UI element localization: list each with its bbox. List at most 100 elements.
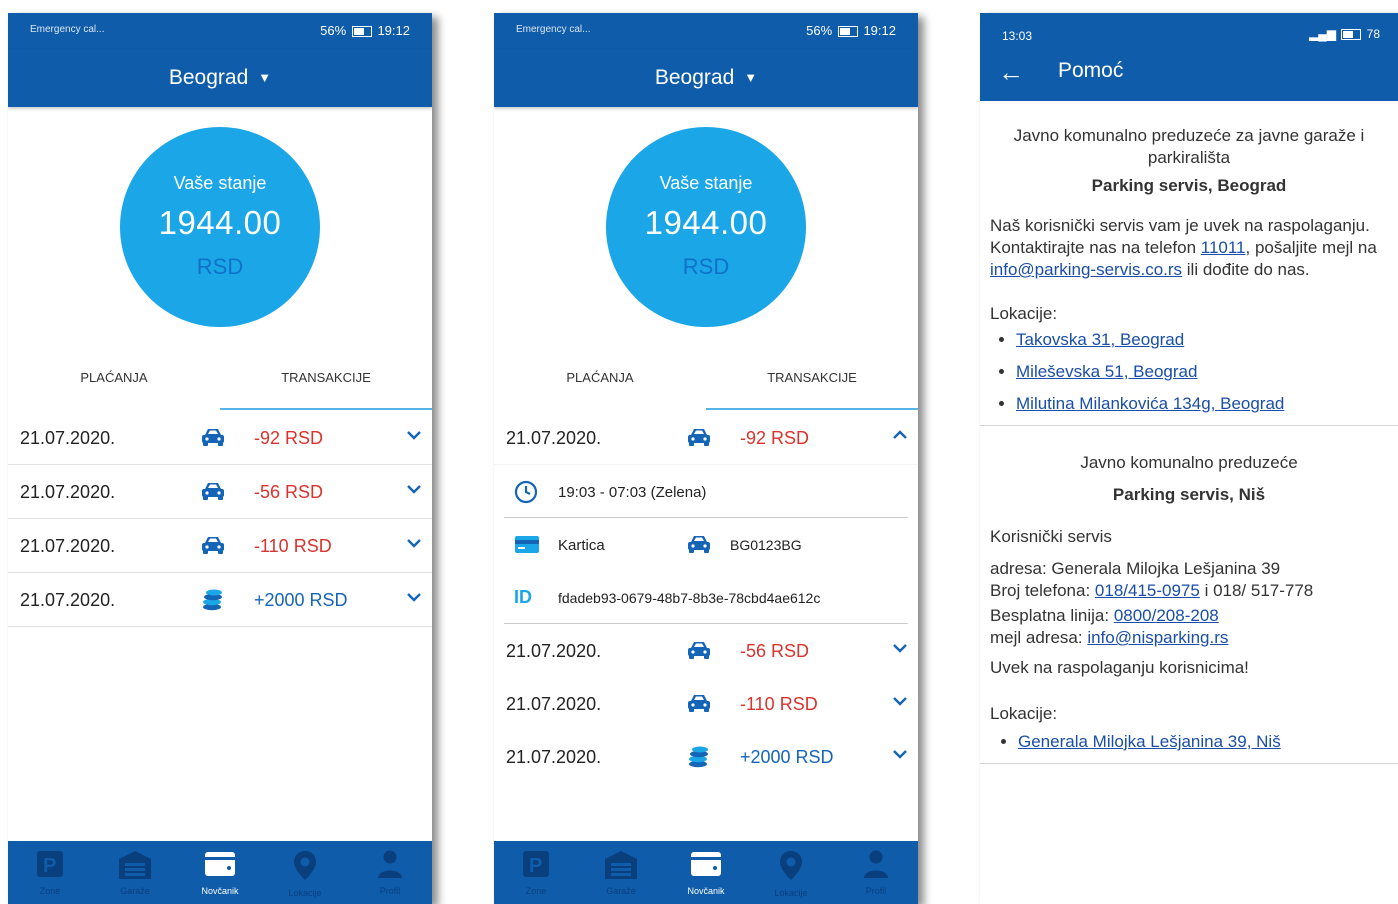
tab-transactions[interactable]: TRANSAKCIJE [706, 368, 918, 410]
status-bar: Emergency cal... 56% 19:12 [8, 13, 432, 49]
transaction-date: 21.07.2020. [506, 747, 602, 767]
transaction-row[interactable]: 21.07.2020. +2000 RSD [494, 730, 918, 783]
chevron-down-icon[interactable] [892, 693, 908, 711]
nis-locations-label: Lokacije: [990, 704, 1058, 723]
chevron-down-icon[interactable] [892, 746, 908, 764]
coins-icon [200, 588, 226, 617]
location-pin-icon [294, 851, 316, 880]
detail-id: ID fdadeb93-0679-48b7-8b3e-78cbd4ae612c [494, 571, 918, 624]
nis-free-link[interactable]: 0800/208-208 [1114, 606, 1219, 625]
back-arrow-icon[interactable]: ← [998, 57, 1024, 88]
bg-locations-list: Takovska 31, Beograd Mileševska 51, Beog… [990, 329, 1388, 415]
balance-circle: Vaše stanje 1944.00 RSD [606, 127, 806, 327]
caret-down-icon: ▼ [744, 70, 758, 85]
bg-name: Parking servis, Beograd [1091, 176, 1287, 195]
nav-locations[interactable]: Lokacije [275, 849, 335, 898]
status-time: 13:03 [1002, 29, 1033, 43]
nav-zone[interactable]: P Zone [506, 849, 566, 896]
tab-transactions[interactable]: TRANSAKCIJE [220, 368, 432, 410]
transaction-row[interactable]: 21.07.2020. -110 RSD [8, 519, 432, 573]
bg-email-link[interactable]: info@parking-servis.co.rs [990, 260, 1182, 279]
transaction-date: 21.07.2020. [506, 428, 602, 448]
balance-label: Vaše stanje [659, 173, 753, 193]
garage-icon [605, 851, 637, 879]
status-bar: Emergency cal... 56% 19:12 [494, 13, 918, 49]
chevron-down-icon[interactable] [406, 535, 422, 553]
svg-text:P: P [529, 855, 542, 877]
nav-wallet[interactable]: Novčanik [676, 849, 736, 896]
bg-phone-link[interactable]: 11011 [1201, 238, 1246, 257]
nis-always: Uvek na raspolaganju korisnicima! [990, 658, 1249, 677]
transaction-amount: +2000 RSD [740, 747, 834, 767]
tab-payments[interactable]: PLAĆANJA [494, 368, 706, 408]
transaction-list: 21.07.2020. -92 RSD 21.07.2020. -56 RSD … [8, 411, 432, 627]
status-right: 56% 19:12 [806, 23, 896, 38]
nis-phone-link[interactable]: 018/415-0975 [1095, 581, 1200, 600]
transaction-amount: -56 RSD [254, 482, 324, 502]
nav-profile[interactable]: Profil [846, 849, 906, 896]
parking-icon: P [523, 851, 549, 877]
nav-garages[interactable]: Garaže [591, 849, 651, 896]
transaction-amount: -110 RSD [254, 536, 332, 556]
transaction-row[interactable]: 21.07.2020. +2000 RSD [8, 573, 432, 627]
phone-screen-help: 13:03 ▂▄▆ 78 ← Pomoć Javno komunalno pre… [980, 13, 1398, 904]
status-right: ▂▄▆ 78 [1308, 27, 1380, 41]
nav-wallet[interactable]: Novčanik [190, 849, 250, 896]
city-selector[interactable]: Beograd ▼ [8, 49, 432, 107]
nav-profile[interactable]: Profil [360, 849, 420, 896]
detail-plate: BG0123BG [730, 537, 802, 553]
nav-locations[interactable]: Lokacije [761, 849, 821, 898]
carrier-text: Emergency cal... [30, 24, 105, 35]
bg-locations-label: Lokacije: [990, 304, 1058, 323]
balance-amount: 1944.00 [158, 204, 282, 241]
wallet-tabs: PLAĆANJA TRANSAKCIJE [494, 368, 918, 410]
city-name: Beograd [168, 66, 249, 89]
transaction-amount: -110 RSD [740, 694, 818, 714]
chevron-up-icon[interactable] [892, 427, 908, 445]
balance-label: Vaše stanje [173, 173, 267, 193]
phone-screen-wallet-expanded: Emergency cal... 56% 19:12 Beograd ▼ Vaše… [494, 13, 918, 904]
transaction-row-expanded[interactable]: 21.07.2020. -92 RSD [494, 411, 918, 464]
parking-icon: P [37, 851, 63, 877]
transaction-date: 21.07.2020. [506, 641, 602, 661]
nav-garages[interactable]: Garaže [105, 849, 165, 896]
transaction-date: 21.07.2020. [506, 694, 602, 714]
status-bar: 13:03 ▂▄▆ 78 [980, 13, 1398, 49]
transaction-row[interactable]: 21.07.2020. -92 RSD [8, 411, 432, 465]
chevron-down-icon[interactable] [406, 427, 422, 445]
bottom-navigation: P Zone Garaže Novčanik Lokacije Profil [8, 841, 432, 904]
car-icon [686, 426, 712, 453]
chevron-down-icon[interactable] [406, 481, 422, 499]
city-name: Beograd [654, 66, 735, 89]
city-selector[interactable]: Beograd ▼ [494, 49, 918, 107]
location-link[interactable]: Milutina Milankovića 134g, Beograd [1016, 394, 1284, 413]
page-title: Pomoć [1058, 59, 1124, 82]
location-link[interactable]: Generala Milojka Lešjanina 39, Niš [1018, 732, 1281, 751]
nav-zone[interactable]: P Zone [20, 849, 80, 896]
card-icon [514, 533, 540, 560]
transaction-date: 21.07.2020. [20, 428, 116, 448]
location-link[interactable]: Mileševska 51, Beograd [1016, 362, 1197, 381]
nis-mail-link[interactable]: info@nisparking.rs [1087, 628, 1228, 647]
transaction-amount: +2000 RSD [254, 590, 348, 610]
status-right: 56% 19:12 [320, 23, 410, 38]
transaction-date: 21.07.2020. [20, 536, 116, 556]
car-icon [200, 480, 226, 507]
car-icon [686, 692, 712, 719]
transaction-row[interactable]: 21.07.2020. -56 RSD [494, 624, 918, 677]
battery-icon [351, 26, 372, 38]
transaction-row[interactable]: 21.07.2020. -56 RSD [8, 465, 432, 519]
carrier-text: Emergency cal... [516, 24, 591, 35]
clock-icon [514, 480, 538, 509]
location-link[interactable]: Takovska 31, Beograd [1016, 330, 1184, 349]
id-icon: ID [514, 587, 532, 607]
help-content: Javno komunalno preduzeće za javne garaž… [980, 125, 1398, 764]
balance-amount: 1944.00 [644, 204, 768, 241]
signal-icon: ▂▄▆ [1308, 27, 1336, 41]
transaction-row[interactable]: 21.07.2020. -110 RSD [494, 677, 918, 730]
wallet-icon [691, 852, 721, 876]
car-icon [200, 426, 226, 453]
tab-payments[interactable]: PLAĆANJA [8, 368, 220, 408]
chevron-down-icon[interactable] [892, 640, 908, 658]
chevron-down-icon[interactable] [406, 589, 422, 607]
